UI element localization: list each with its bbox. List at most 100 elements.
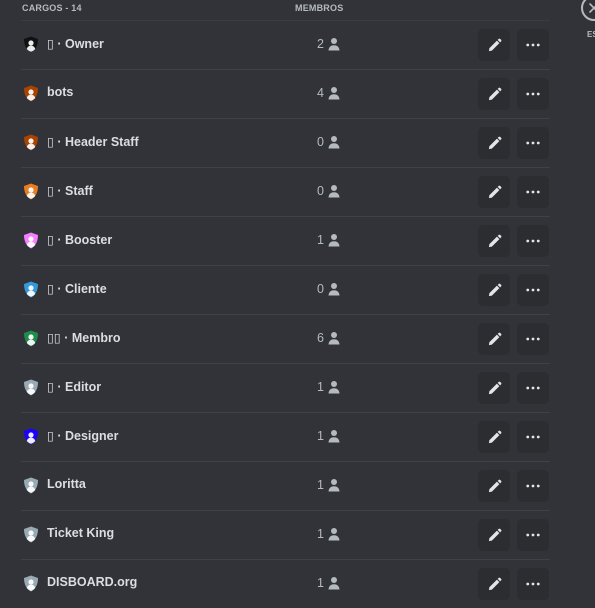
- edit-role-button[interactable]: [478, 470, 510, 502]
- pencil-icon: [487, 87, 502, 102]
- role-name: ▯ · Editor: [47, 380, 102, 394]
- members-column-header: MEMBROS: [295, 3, 344, 13]
- person-icon: [327, 429, 341, 443]
- member-count: 1: [317, 380, 324, 394]
- member-count: 2: [317, 37, 324, 51]
- shield-icon: [23, 281, 39, 298]
- role-name: Loritta: [47, 477, 86, 491]
- more-options-button[interactable]: [517, 470, 549, 502]
- more-options-button[interactable]: [517, 421, 549, 453]
- more-options-button[interactable]: [517, 274, 549, 306]
- shield-icon: [23, 575, 39, 592]
- member-count: 4: [317, 86, 324, 100]
- shield-icon: [23, 85, 39, 102]
- edit-role-button[interactable]: [478, 127, 510, 159]
- role-name: DISBOARD.org: [47, 575, 138, 589]
- pencil-icon: [487, 283, 502, 298]
- more-icon: [526, 386, 540, 390]
- member-count: 6: [317, 331, 324, 345]
- person-icon: [327, 233, 341, 247]
- pencil-icon: [487, 577, 502, 592]
- pencil-icon: [487, 185, 502, 200]
- more-options-button[interactable]: [517, 372, 549, 404]
- person-icon: [327, 184, 341, 198]
- more-icon: [526, 288, 540, 292]
- more-options-button[interactable]: [517, 176, 549, 208]
- more-options-button[interactable]: [517, 519, 549, 551]
- person-icon: [327, 478, 341, 492]
- role-name: ▯ · Cliente: [47, 282, 107, 296]
- shield-icon: [23, 428, 39, 445]
- person-icon: [327, 282, 341, 296]
- person-icon: [327, 527, 341, 541]
- role-row[interactable]: bots 4: [21, 69, 550, 118]
- more-options-button[interactable]: [517, 323, 549, 355]
- person-icon: [327, 576, 341, 590]
- person-icon: [327, 135, 341, 149]
- edit-role-button[interactable]: [478, 78, 510, 110]
- more-icon: [526, 141, 540, 145]
- member-count: 1: [317, 429, 324, 443]
- roles-count-header: CARGOS - 14: [22, 3, 82, 13]
- role-row[interactable]: Loritta 1: [21, 461, 550, 510]
- role-name: ▯ · Header Staff: [47, 135, 139, 149]
- shield-icon: [23, 36, 39, 53]
- role-name: ▯ · Designer: [47, 429, 119, 443]
- pencil-icon: [487, 38, 502, 53]
- member-count: 0: [317, 282, 324, 296]
- member-count: 1: [317, 576, 324, 590]
- more-icon: [526, 239, 540, 243]
- role-row[interactable]: ▯ · Cliente 0: [21, 265, 550, 314]
- pencil-icon: [487, 332, 502, 347]
- role-row[interactable]: Ticket King 1: [21, 510, 550, 559]
- edit-role-button[interactable]: [478, 568, 510, 600]
- shield-icon: [23, 232, 39, 249]
- role-row[interactable]: ▯ · Header Staff 0: [21, 118, 550, 167]
- edit-role-button[interactable]: [478, 421, 510, 453]
- role-row[interactable]: ▯▯ · Membro 6: [21, 314, 550, 363]
- shield-icon: [23, 526, 39, 543]
- pencil-icon: [487, 136, 502, 151]
- shield-icon: [23, 183, 39, 200]
- more-icon: [526, 435, 540, 439]
- more-icon: [526, 484, 540, 488]
- role-row[interactable]: ▯ · Owner 2: [21, 20, 550, 69]
- edit-role-button[interactable]: [478, 372, 510, 404]
- close-button[interactable]: [581, 0, 595, 21]
- pencil-icon: [487, 528, 502, 543]
- more-icon: [526, 582, 540, 586]
- member-count: 1: [317, 527, 324, 541]
- role-name: ▯ · Owner: [47, 37, 104, 51]
- more-options-button[interactable]: [517, 127, 549, 159]
- more-options-button[interactable]: [517, 568, 549, 600]
- role-name: ▯▯ · Membro: [47, 331, 121, 345]
- role-name: bots: [47, 85, 74, 99]
- member-count: 0: [317, 135, 324, 149]
- edit-role-button[interactable]: [478, 176, 510, 208]
- edit-role-button[interactable]: [478, 274, 510, 306]
- more-options-button[interactable]: [517, 78, 549, 110]
- role-row[interactable]: ▯ · Editor 1: [21, 363, 550, 412]
- role-row[interactable]: ▯ · Designer 1: [21, 412, 550, 461]
- more-options-button[interactable]: [517, 225, 549, 257]
- member-count: 1: [317, 233, 324, 247]
- pencil-icon: [487, 381, 502, 396]
- close-icon: [589, 3, 595, 13]
- more-icon: [526, 337, 540, 341]
- pencil-icon: [487, 479, 502, 494]
- edit-role-button[interactable]: [478, 323, 510, 355]
- edit-role-button[interactable]: [478, 225, 510, 257]
- role-row[interactable]: DISBOARD.org 1: [21, 559, 550, 608]
- shield-icon: [23, 330, 39, 347]
- edit-role-button[interactable]: [478, 519, 510, 551]
- role-name: ▯ · Booster: [47, 233, 113, 247]
- person-icon: [327, 37, 341, 51]
- pencil-icon: [487, 234, 502, 249]
- role-row[interactable]: ▯ · Booster 1: [21, 216, 550, 265]
- role-name: Ticket King: [47, 526, 115, 540]
- role-name: ▯ · Staff: [47, 184, 93, 198]
- role-row[interactable]: ▯ · Staff 0: [21, 167, 550, 216]
- more-options-button[interactable]: [517, 29, 549, 61]
- pencil-icon: [487, 430, 502, 445]
- edit-role-button[interactable]: [478, 29, 510, 61]
